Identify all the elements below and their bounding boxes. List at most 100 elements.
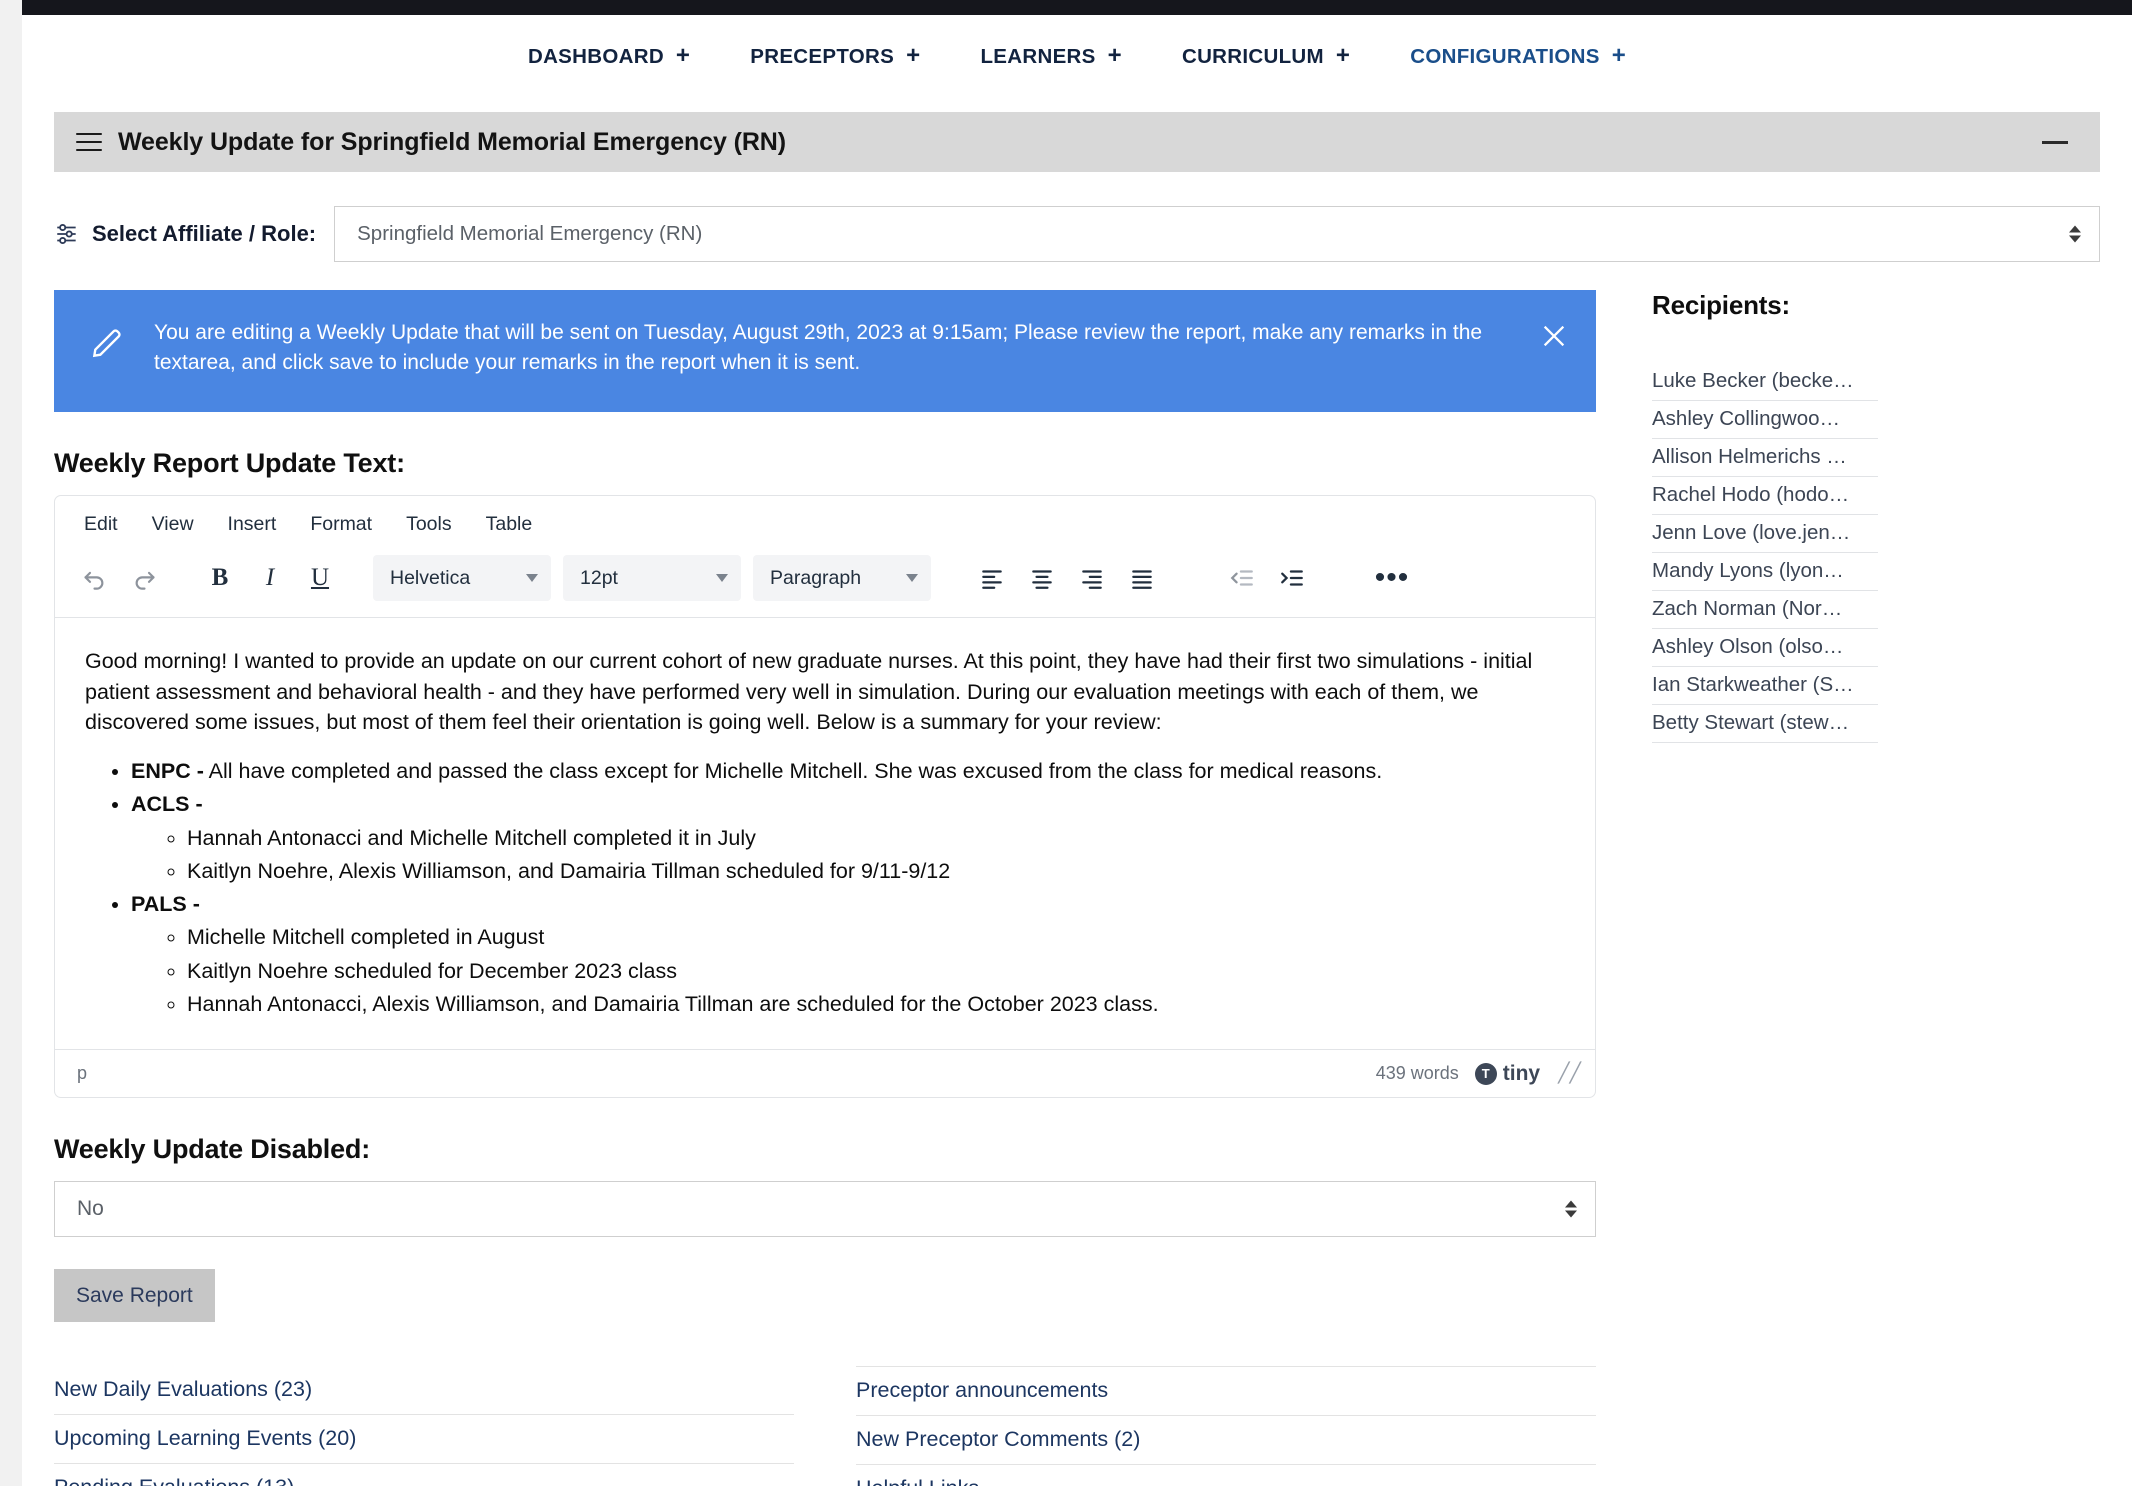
undo-icon[interactable] [71, 555, 117, 601]
bold-button[interactable]: B [197, 555, 243, 601]
editing-alert-banner: You are editing a Weekly Update that wil… [54, 290, 1596, 412]
align-right-icon[interactable] [1069, 555, 1115, 601]
alert-message: You are editing a Weekly Update that wil… [154, 321, 1483, 374]
align-left-icon[interactable] [969, 555, 1015, 601]
chevron-down-icon [716, 574, 728, 582]
nav-label: CURRICULUM [1181, 45, 1324, 68]
nav-label: DASHBOARD [527, 45, 664, 68]
align-center-icon[interactable] [1019, 555, 1065, 601]
weekly-disabled-value: No [77, 1197, 104, 1220]
list-item-term: ENPC - [131, 759, 204, 784]
editor-sub-list: Michelle Mitchell completed in August Ka… [187, 922, 1565, 1019]
chevron-down-icon [526, 574, 538, 582]
link-preceptor-announcements[interactable]: Preceptor announcements [856, 1366, 1596, 1416]
italic-button[interactable]: I [247, 555, 293, 601]
content-columns: You are editing a Weekly Update that wil… [54, 290, 2100, 1322]
underline-button[interactable]: U [297, 555, 343, 601]
nav-item-learners[interactable]: LEARNERS + [950, 44, 1152, 69]
report-heading: Weekly Report Update Text: [54, 448, 405, 478]
sub-list-item: Kaitlyn Noehre, Alexis Williamson, and D… [187, 856, 1565, 887]
sub-list-item: Hannah Antonacci, Alexis Williamson, and… [187, 989, 1565, 1020]
weekly-update-panel: Weekly Update for Springfield Memorial E… [54, 112, 2100, 172]
weekly-disabled-select[interactable]: No [54, 1181, 1596, 1237]
font-family-value: Helvetica [390, 566, 471, 589]
save-report-button[interactable]: Save Report [54, 1269, 215, 1322]
plus-icon[interactable]: + [906, 44, 920, 68]
menu-edit[interactable]: Edit [71, 506, 131, 543]
list-item[interactable]: Jenn Love (love.jen… [1652, 515, 1878, 553]
editor-bullet-list: ENPC - All have completed and passed the… [131, 756, 1565, 1019]
page-root: DASHBOARD + PRECEPTORS + LEARNERS + CURR… [22, 15, 2132, 1486]
menu-tools[interactable]: Tools [393, 506, 465, 543]
list-item-term: ACLS - [131, 792, 203, 817]
nav-item-preceptors[interactable]: PRECEPTORS + [720, 44, 950, 69]
link-new-preceptor-comments[interactable]: New Preceptor Comments (2) [856, 1416, 1596, 1465]
block-format-select[interactable]: Paragraph [753, 555, 931, 601]
align-justify-icon[interactable] [1119, 555, 1165, 601]
tinymce-editor: Edit View Insert Format Tools Table B I … [54, 495, 1596, 1098]
sub-list-item: Hannah Antonacci and Michelle Mitchell c… [187, 823, 1565, 854]
main-navigation: DASHBOARD + PRECEPTORS + LEARNERS + CURR… [22, 15, 2132, 99]
plus-icon[interactable]: + [1336, 44, 1350, 68]
list-item[interactable]: Luke Becker (becke… [1652, 363, 1878, 401]
browser-scrollbar-gutter[interactable] [0, 0, 22, 1486]
link-upcoming-learning-events[interactable]: Upcoming Learning Events (20) [54, 1415, 794, 1464]
more-options-icon[interactable]: ••• [1369, 555, 1415, 601]
plus-icon[interactable]: + [676, 44, 690, 68]
select-arrows-icon [1565, 1200, 1577, 1218]
nav-label: CONFIGURATIONS [1410, 45, 1600, 68]
list-item[interactable]: Rachel Hodo (hodo… [1652, 477, 1878, 515]
affiliate-label-group: Select Affiliate / Role: [54, 221, 334, 247]
menu-insert[interactable]: Insert [215, 506, 290, 543]
list-item-text: All have completed and passed the class … [203, 759, 1383, 784]
status-right-group: 439 words T tiny ╱╱ [1376, 1062, 1581, 1086]
nav-item-dashboard[interactable]: DASHBOARD + [498, 44, 720, 69]
editor-content-area[interactable]: Good morning! I wanted to provide an upd… [55, 617, 1595, 1049]
list-item: ENPC - All have completed and passed the… [131, 756, 1565, 787]
element-path[interactable]: p [77, 1063, 87, 1084]
tiny-brand-label: tiny [1502, 1061, 1541, 1085]
resize-handle[interactable]: ╱╱ [1556, 1062, 1581, 1085]
outdent-icon[interactable] [1219, 555, 1265, 601]
font-family-select[interactable]: Helvetica [373, 555, 551, 601]
close-icon[interactable] [1538, 316, 1572, 350]
list-item[interactable]: Allison Helmerichs … [1652, 439, 1878, 477]
pencil-icon [88, 316, 126, 367]
menu-view[interactable]: View [139, 506, 207, 543]
bottom-links-right: Preceptor announcements New Preceptor Co… [856, 1366, 1596, 1486]
panel-header: Weekly Update for Springfield Memorial E… [54, 112, 2100, 172]
browser-top-bar [22, 0, 2132, 15]
bottom-links-section: New Daily Evaluations (23) Upcoming Lear… [54, 1366, 2100, 1486]
menu-table[interactable]: Table [473, 506, 546, 543]
hamburger-icon[interactable] [76, 133, 102, 151]
link-helpful-links[interactable]: Helpful Links [856, 1465, 1596, 1486]
nav-item-configurations[interactable]: CONFIGURATIONS + [1380, 44, 1656, 69]
sub-list-item: Kaitlyn Noehre scheduled for December 20… [187, 956, 1565, 987]
page-title: Weekly Update for Springfield Memorial E… [118, 127, 786, 156]
affiliate-select[interactable]: Springfield Memorial Emergency (RN) [334, 206, 2100, 262]
list-item[interactable]: Ashley Collingwoo… [1652, 401, 1878, 439]
list-item[interactable]: Zach Norman (Nor… [1652, 591, 1878, 629]
chevron-down-icon [906, 574, 918, 582]
editor-menubar: Edit View Insert Format Tools Table [55, 496, 1595, 549]
list-item[interactable]: Ian Starkweather (S… [1652, 667, 1878, 705]
font-size-select[interactable]: 12pt [563, 555, 741, 601]
list-item[interactable]: Mandy Lyons (lyon… [1652, 553, 1878, 591]
minimize-icon[interactable] [2042, 140, 2068, 144]
link-new-daily-evaluations[interactable]: New Daily Evaluations (23) [54, 1366, 794, 1415]
list-item[interactable]: Ashley Olson (olso… [1652, 629, 1878, 667]
weekly-disabled-heading: Weekly Update Disabled: [54, 1134, 370, 1164]
menu-format[interactable]: Format [297, 506, 385, 543]
redo-icon[interactable] [121, 555, 167, 601]
list-item: ACLS - Hannah Antonacci and Michelle Mit… [131, 789, 1565, 886]
affiliate-label: Select Affiliate / Role: [92, 221, 317, 246]
link-pending-evaluations[interactable]: Pending Evaluations (13) [54, 1464, 794, 1486]
indent-icon[interactable] [1269, 555, 1315, 601]
list-item[interactable]: Betty Stewart (stew… [1652, 705, 1878, 743]
tinymce-brand-link[interactable]: T tiny [1474, 1061, 1541, 1086]
nav-item-curriculum[interactable]: CURRICULUM + [1152, 44, 1380, 69]
plus-icon[interactable]: + [1612, 44, 1626, 68]
plus-icon[interactable]: + [1108, 44, 1122, 68]
select-arrows-icon [2069, 225, 2081, 243]
block-format-value: Paragraph [770, 566, 862, 589]
